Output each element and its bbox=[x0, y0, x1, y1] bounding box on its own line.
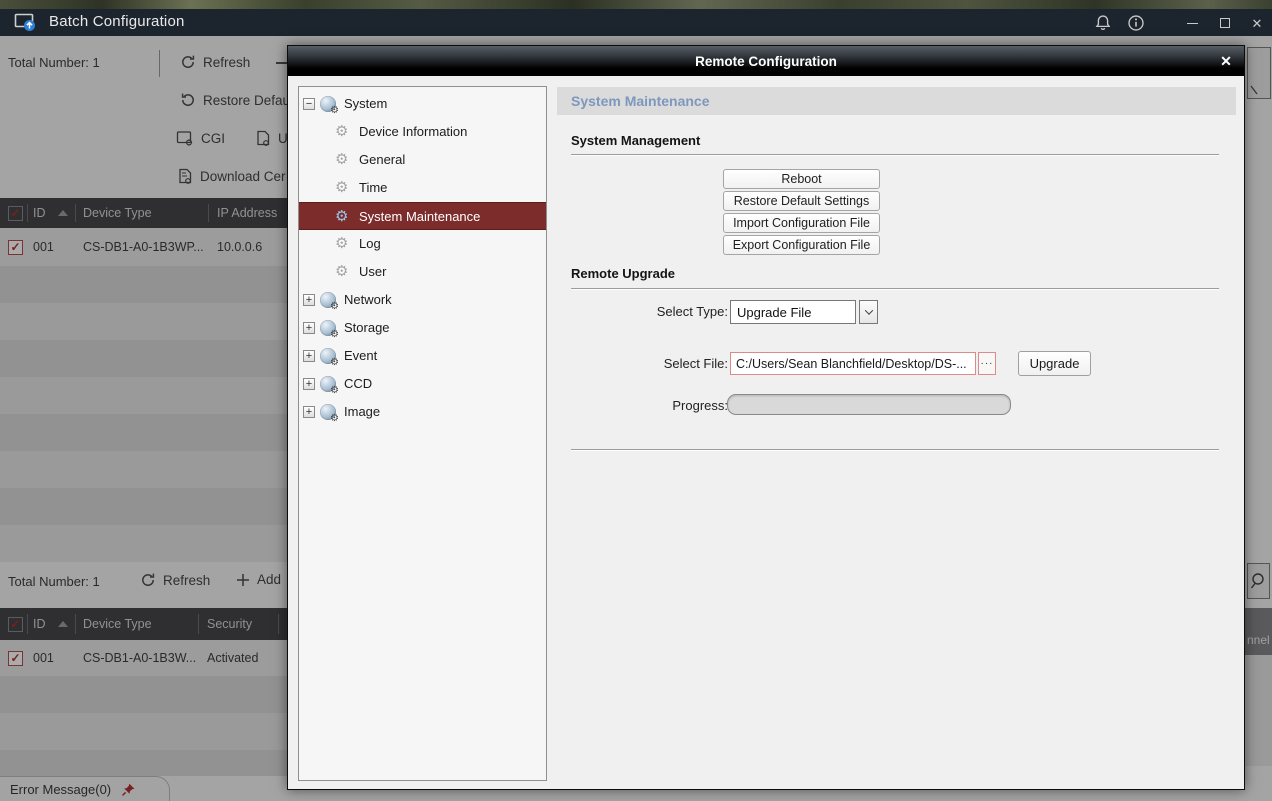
remote-config-dialog: Remote Configuration ✕ − ⚙ System ⚙ Devi… bbox=[287, 45, 1245, 790]
desktop-background bbox=[0, 0, 1272, 9]
tree-item-label: Time bbox=[359, 180, 388, 195]
tree-item-general[interactable]: ⚙ General bbox=[299, 146, 546, 174]
chevron-down-icon bbox=[864, 306, 873, 315]
category-globe-icon: ⚙ bbox=[320, 96, 339, 116]
category-globe-icon: ⚙ bbox=[320, 348, 339, 368]
tree-item-label: CCD bbox=[344, 376, 373, 391]
gear-icon: ⚙ bbox=[335, 123, 349, 140]
config-tree: − ⚙ System ⚙ Device Information ⚙ Genera… bbox=[298, 86, 547, 781]
progress-label: Progress: bbox=[672, 398, 728, 413]
upgrade-progress-bar bbox=[727, 394, 1011, 415]
tree-item-system[interactable]: − ⚙ System bbox=[299, 90, 546, 118]
tree-item-network[interactable]: + ⚙ Network bbox=[299, 286, 546, 314]
select-file-label: Select File: bbox=[663, 356, 728, 371]
export-configuration-file-button[interactable]: Export Configuration File bbox=[723, 235, 880, 255]
tree-item-image[interactable]: + ⚙ Image bbox=[299, 398, 546, 426]
info-icon[interactable] bbox=[1125, 12, 1147, 34]
browse-file-button[interactable]: ··· bbox=[978, 352, 996, 375]
minimize-button[interactable] bbox=[1181, 12, 1203, 34]
gear-icon: ⚙ bbox=[335, 151, 349, 168]
tree-item-label: Device Information bbox=[359, 124, 468, 139]
expand-icon[interactable]: + bbox=[303, 350, 315, 362]
tree-item-label: Storage bbox=[344, 320, 390, 335]
tree-item-label: Event bbox=[344, 348, 378, 363]
tree-item-label: System bbox=[344, 96, 388, 111]
tree-item-system-maintenance[interactable]: ⚙ System Maintenance bbox=[299, 202, 546, 230]
tree-item-label: Image bbox=[344, 404, 381, 419]
notification-bell-icon[interactable] bbox=[1092, 12, 1114, 34]
tree-item-label: System Maintenance bbox=[359, 209, 481, 224]
tree-item-label: Log bbox=[359, 236, 381, 251]
tree-item-label: Network bbox=[344, 292, 392, 307]
gear-icon: ⚙ bbox=[335, 179, 349, 196]
category-globe-icon: ⚙ bbox=[320, 376, 339, 396]
gear-icon: ⚙ bbox=[335, 263, 349, 280]
upgrade-file-path-input[interactable]: C:/Users/Sean Blanchfield/Desktop/DS-... bbox=[730, 352, 976, 375]
tree-item-user[interactable]: ⚙ User bbox=[299, 258, 546, 286]
category-globe-icon: ⚙ bbox=[320, 292, 339, 312]
divider bbox=[571, 154, 1219, 156]
upgrade-type-select[interactable]: Upgrade File bbox=[730, 300, 856, 324]
maximize-button[interactable] bbox=[1214, 12, 1236, 34]
tree-item-log[interactable]: ⚙ Log bbox=[299, 230, 546, 258]
reboot-button[interactable]: Reboot bbox=[723, 169, 880, 189]
tree-item-time[interactable]: ⚙ Time bbox=[299, 174, 546, 202]
import-configuration-file-button[interactable]: Import Configuration File bbox=[723, 213, 880, 233]
restore-default-settings-button[interactable]: Restore Default Settings bbox=[723, 191, 880, 211]
remote-upgrade-heading: Remote Upgrade bbox=[571, 266, 676, 281]
select-dropdown-button[interactable] bbox=[859, 300, 878, 324]
tree-item-device-information[interactable]: ⚙ Device Information bbox=[299, 118, 546, 146]
category-globe-icon: ⚙ bbox=[320, 320, 339, 340]
page-title: System Maintenance bbox=[557, 87, 1236, 115]
expand-icon[interactable]: + bbox=[303, 294, 315, 306]
dialog-close-button[interactable]: ✕ bbox=[1216, 51, 1236, 71]
divider bbox=[571, 288, 1219, 290]
gear-icon: ⚙ bbox=[335, 208, 349, 225]
gear-icon: ⚙ bbox=[335, 235, 349, 252]
dialog-titlebar: Remote Configuration ✕ bbox=[288, 46, 1244, 76]
expand-icon[interactable]: + bbox=[303, 378, 315, 390]
screen: Batch Configuration ✕ Total Number: 1 Re… bbox=[0, 0, 1272, 801]
system-management-heading: System Management bbox=[571, 133, 701, 148]
titlebar: Batch Configuration ✕ bbox=[0, 9, 1272, 36]
tree-item-event[interactable]: + ⚙ Event bbox=[299, 342, 546, 370]
dialog-title: Remote Configuration bbox=[695, 53, 837, 69]
select-type-label: Select Type: bbox=[656, 304, 728, 319]
tree-item-ccd[interactable]: + ⚙ CCD bbox=[299, 370, 546, 398]
collapse-icon[interactable]: − bbox=[303, 98, 315, 110]
expand-icon[interactable]: + bbox=[303, 406, 315, 418]
tree-item-storage[interactable]: + ⚙ Storage bbox=[299, 314, 546, 342]
tree-item-label: User bbox=[359, 264, 387, 279]
app-icon bbox=[14, 13, 36, 32]
upgrade-button[interactable]: Upgrade bbox=[1018, 351, 1091, 376]
divider bbox=[571, 449, 1219, 451]
expand-icon[interactable]: + bbox=[303, 322, 315, 334]
window-title: Batch Configuration bbox=[49, 13, 185, 30]
category-globe-icon: ⚙ bbox=[320, 404, 339, 424]
tree-item-label: General bbox=[359, 152, 406, 167]
close-button[interactable]: ✕ bbox=[1246, 12, 1268, 34]
